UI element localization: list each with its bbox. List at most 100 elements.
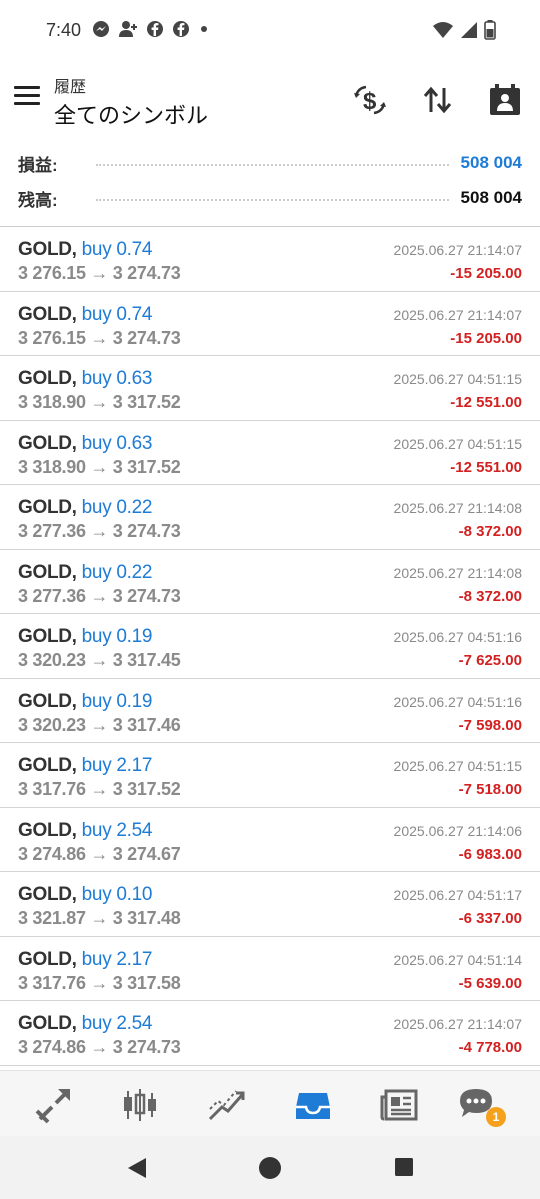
quotes-icon[interactable] — [34, 1085, 74, 1125]
profit-row: 損益: 508 004 — [18, 148, 522, 178]
trade-time: 2025.06.27 04:51:15 — [393, 371, 522, 387]
trade-symbol: GOLD, buy 0.74 — [18, 304, 152, 326]
trade-time: 2025.06.27 04:51:16 — [393, 629, 522, 645]
page-subtitle: 履歴 — [54, 79, 87, 96]
recents-icon[interactable] — [393, 1156, 415, 1178]
trade-profit: -15 205.00 — [450, 265, 522, 282]
trade-row[interactable]: GOLD, buy 0.22 3 277.36 → 3 274.73 2025.06… — [0, 550, 540, 614]
menu-icon[interactable] — [14, 86, 40, 108]
system-status-icons — [432, 20, 496, 40]
profit-label: 損益: — [18, 155, 58, 175]
trade-symbol: GOLD, buy 0.19 — [18, 626, 152, 648]
trade-prices: 3 320.23 → 3 317.45 — [18, 650, 181, 670]
trade-symbol: GOLD, buy 2.17 — [18, 949, 152, 971]
trade-prices: 3 276.15 → 3 274.73 — [18, 263, 181, 283]
trade-time: 2025.06.27 21:14:08 — [393, 500, 522, 516]
symbol-name: GOLD, — [18, 755, 77, 776]
svg-text:$: $ — [363, 88, 377, 115]
trade-side-volume: buy 2.54 — [81, 819, 153, 841]
news-icon[interactable] — [380, 1085, 420, 1125]
divider — [96, 164, 449, 166]
home-icon[interactable] — [257, 1156, 283, 1182]
trade-time: 2025.06.27 04:51:16 — [393, 693, 522, 710]
symbol-name: GOLD, — [18, 497, 77, 518]
trade-row[interactable]: GOLD, buy 0.63 3 318.90 → 3 317.52 2025.06… — [0, 421, 540, 485]
trade-row[interactable]: GOLD, buy 0.63 3 318.90 → 3 317.52 2025.06… — [0, 356, 540, 421]
chart-icon[interactable] — [120, 1085, 160, 1125]
trade-time: 2025.06.27 21:14:07 — [393, 242, 522, 258]
trade-time: 2025.06.27 04:51:15 — [393, 758, 522, 774]
trade-side-volume: buy 2.17 — [81, 755, 153, 776]
currency-exchange-icon[interactable]: $ — [352, 82, 388, 118]
profit-value: 508 004 — [460, 153, 522, 172]
trade-time: 2025.06.27 04:51:17 — [393, 887, 522, 903]
trade-prices: 3 320.23 → 3 317.46 — [18, 714, 181, 735]
status-bar: 7:40 — [0, 0, 540, 62]
trade-icon[interactable] — [206, 1085, 246, 1125]
symbol-name: GOLD, — [18, 1013, 77, 1034]
trade-profit: -7 518.00 — [458, 781, 522, 798]
back-icon[interactable] — [124, 1156, 148, 1180]
trade-row[interactable]: GOLD, buy 0.19 3 320.23 → 3 317.45 2025.06… — [0, 614, 540, 679]
app-bar: 履歴 全てのシンボル $ — [0, 62, 540, 142]
trade-symbol: GOLD, buy 2.54 — [18, 820, 152, 842]
trade-side-volume: buy 0.22 — [81, 561, 153, 583]
trade-symbol: GOLD, buy 0.74 — [18, 239, 152, 261]
trade-side-volume: buy 0.10 — [81, 884, 153, 905]
calendar-icon[interactable] — [487, 82, 523, 118]
trade-prices: 3 317.76 → 3 317.58 — [18, 972, 181, 993]
system-nav-bar — [0, 1136, 540, 1199]
trade-profit: -7 625.00 — [458, 652, 522, 669]
trade-profit: -6 337.00 — [458, 910, 522, 927]
trade-row[interactable]: GOLD, buy 0.74 3 276.15 → 3 274.73 2025.06… — [0, 227, 540, 292]
dot-icon — [201, 26, 207, 32]
balance-row: 残高: 508 004 — [18, 183, 522, 213]
page-title[interactable]: 全てのシンボル — [54, 98, 208, 130]
sort-icon[interactable] — [420, 82, 456, 118]
trade-row[interactable]: GOLD, buy 2.54 3 274.86 → 3 274.67 2025.06… — [0, 808, 540, 872]
trade-prices: 3 274.86 → 3 274.73 — [18, 1037, 181, 1057]
symbol-name: GOLD, — [18, 239, 77, 260]
trade-profit: -15 205.00 — [450, 329, 522, 347]
chat-button[interactable]: 1 — [458, 1085, 506, 1127]
bottom-nav: 1 — [0, 1070, 540, 1136]
trade-prices: 3 277.36 → 3 274.73 — [18, 521, 181, 541]
chat-badge: 1 — [486, 1107, 506, 1127]
trade-row[interactable]: GOLD, buy 0.10 3 321.87 → 3 317.48 2025.06… — [0, 872, 540, 937]
wifi-icon — [433, 22, 453, 38]
trade-prices: 3 318.90 → 3 317.52 — [18, 392, 181, 412]
trade-symbol: GOLD, buy 0.22 — [18, 562, 152, 584]
symbol-name: GOLD, — [18, 432, 77, 454]
trade-row[interactable]: GOLD, buy 2.17 3 317.76 → 3 317.52 2025.06… — [0, 743, 540, 808]
trade-profit: -7 598.00 — [458, 716, 522, 734]
trade-time: 2025.06.27 21:14:06 — [393, 822, 522, 839]
symbol-name: GOLD, — [18, 561, 77, 583]
history-icon[interactable] — [293, 1085, 333, 1125]
trade-list[interactable]: GOLD, buy 0.74 3 276.15 → 3 274.73 2025.06… — [0, 226, 540, 1066]
trade-side-volume: buy 0.19 — [81, 626, 153, 647]
trade-side-volume: buy 2.17 — [81, 948, 153, 970]
trade-row[interactable]: GOLD, buy 0.74 3 276.15 → 3 274.73 2025.06… — [0, 292, 540, 356]
trade-side-volume: buy 0.22 — [81, 497, 153, 518]
trade-row[interactable]: GOLD, buy 0.22 3 277.36 → 3 274.73 2025.06… — [0, 485, 540, 550]
trade-side-volume: buy 0.74 — [81, 239, 153, 260]
trade-prices: 3 321.87 → 3 317.48 — [18, 908, 181, 928]
trade-profit: -4 778.00 — [458, 1039, 522, 1056]
trade-profit: -8 372.00 — [458, 523, 522, 540]
trade-symbol: GOLD, buy 0.19 — [18, 691, 152, 713]
trade-prices: 3 318.90 → 3 317.52 — [18, 456, 181, 477]
trade-side-volume: buy 0.63 — [81, 432, 153, 454]
trade-prices: 3 276.15 → 3 274.73 — [18, 327, 181, 348]
balance-label: 残高: — [18, 190, 58, 210]
trade-symbol: GOLD, buy 0.10 — [18, 884, 152, 906]
battery-icon — [484, 20, 496, 40]
trade-row[interactable]: GOLD, buy 0.19 3 320.23 → 3 317.46 2025.06… — [0, 679, 540, 743]
trade-time: 2025.06.27 21:14:08 — [393, 564, 522, 581]
divider — [96, 199, 449, 201]
trade-row[interactable]: GOLD, buy 2.54 3 274.86 → 3 274.73 2025.06… — [0, 1001, 540, 1066]
trade-profit: -8 372.00 — [458, 587, 522, 605]
trade-row[interactable]: GOLD, buy 2.17 3 317.76 → 3 317.58 2025.06… — [0, 937, 540, 1001]
trade-prices: 3 274.86 → 3 274.67 — [18, 843, 181, 864]
messenger-icon — [93, 21, 109, 37]
symbol-name: GOLD, — [18, 884, 77, 905]
